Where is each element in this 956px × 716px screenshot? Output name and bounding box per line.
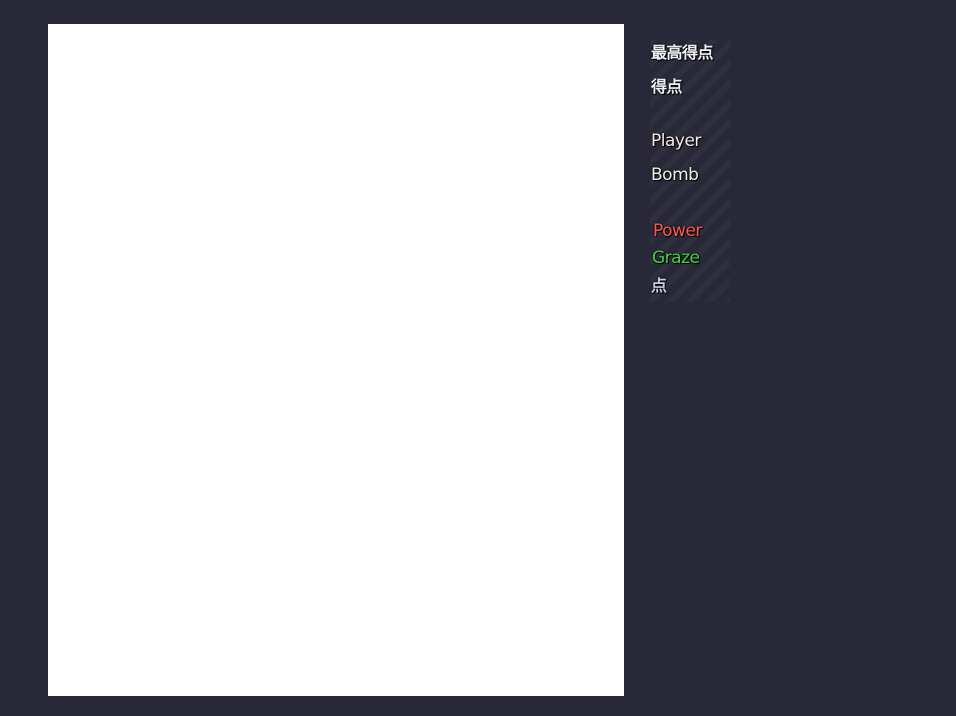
- hiscore-label: 最高得点: [651, 43, 714, 62]
- score-label: 得点: [651, 77, 683, 96]
- bomb-label: Bomb: [651, 165, 699, 185]
- point-label: 点: [651, 276, 667, 295]
- player-lives-label: Player: [651, 131, 701, 151]
- status-panel: 最高得点 得点 Player Bomb Power Graze 点: [650, 40, 750, 310]
- power-label: Power: [653, 221, 702, 241]
- graze-label: Graze: [652, 248, 700, 268]
- game-playfield[interactable]: [48, 24, 624, 696]
